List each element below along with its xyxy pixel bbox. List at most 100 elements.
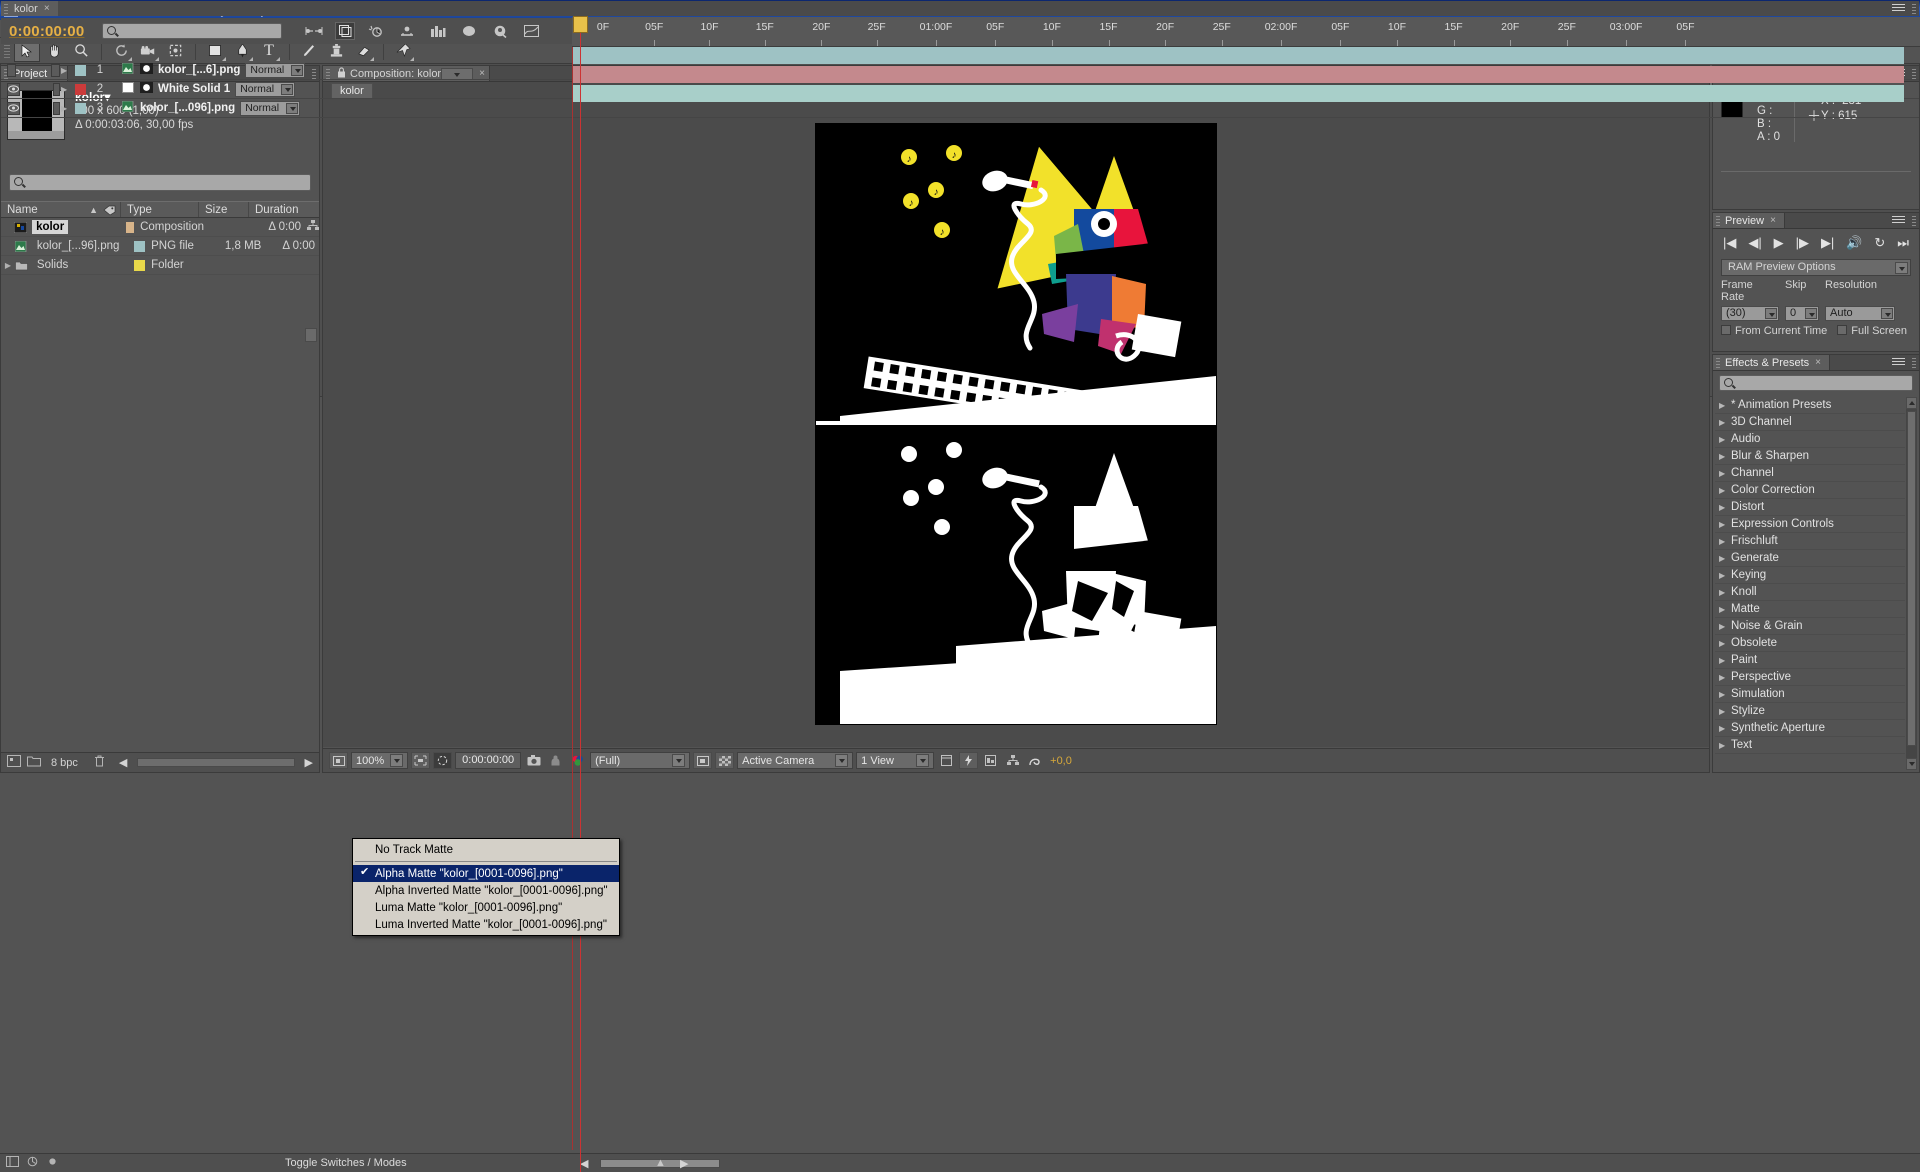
lock-toggle[interactable] <box>51 63 60 77</box>
context-menu-item-luma-inverted-matte[interactable]: Luma Inverted Matte "kolor_[0001-0096].p… <box>353 916 619 933</box>
close-icon[interactable]: × <box>44 3 50 14</box>
visibility-toggle[interactable] <box>7 101 20 115</box>
snapshot-icon[interactable] <box>524 752 543 769</box>
panel-menu-icon[interactable] <box>1892 4 1905 14</box>
timeline-tool-icons <box>304 22 541 40</box>
grid-guides-icon[interactable] <box>459 22 479 40</box>
column-name[interactable]: Name <box>7 204 38 216</box>
blend-mode-select[interactable]: Normal <box>245 62 306 78</box>
track-matte-context-menu[interactable]: No Track Matte ✔ Alpha Matte "kolor_[000… <box>352 838 620 936</box>
project-row-duration: Δ 0:00 <box>268 221 302 233</box>
visibility-toggle[interactable] <box>7 63 16 77</box>
twirl-icon[interactable]: ▶ <box>1 261 15 270</box>
context-menu-item-alpha-matte[interactable]: ✔ Alpha Matte "kolor_[0001-0096].png" <box>353 865 619 882</box>
motion-blur-icon[interactable] <box>366 22 386 40</box>
toggle-mask-paths-icon[interactable] <box>433 752 453 769</box>
solo-toggle[interactable] <box>37 64 46 77</box>
graph-editor-icon[interactable] <box>397 22 417 40</box>
project-row-png[interactable]: kolor_[...96].png PNG file 1,8 MB Δ 0:00 <box>1 237 319 256</box>
toolbar-grip[interactable] <box>4 41 10 60</box>
lock-toggle[interactable] <box>52 82 60 96</box>
ruler-tick: 25F <box>867 21 886 33</box>
context-menu-item-luma-matte[interactable]: Luma Matte "kolor_[0001-0096].png" <box>353 899 619 916</box>
column-size[interactable]: Size <box>199 202 249 217</box>
timeline-search-input[interactable] <box>102 23 283 39</box>
twirl-icon[interactable]: ▶ <box>61 104 75 113</box>
new-folder-icon[interactable] <box>27 755 41 770</box>
toolbar-separator-3 <box>289 41 290 60</box>
panel-grip-icon[interactable] <box>1912 4 1916 14</box>
project-column-headers: Name ▲ Type Size Duration <box>1 201 319 218</box>
chevron-down-icon[interactable] <box>286 102 299 114</box>
context-menu-item-alpha-inverted-matte[interactable]: Alpha Inverted Matte "kolor_[0001-0096].… <box>353 882 619 899</box>
draft-3d-icon[interactable] <box>335 22 356 40</box>
scroll-left-icon[interactable]: ◀ <box>119 756 127 769</box>
project-row-composition[interactable]: kolor Composition Δ 0:00 <box>1 218 320 237</box>
scroll-right-icon[interactable]: ▶ <box>305 756 313 769</box>
chevron-down-icon[interactable] <box>390 754 404 767</box>
color-depth-label[interactable]: 8 bpc <box>51 757 78 769</box>
toolbar-separator-4 <box>383 41 384 60</box>
delete-icon[interactable] <box>94 755 105 770</box>
blend-mode-value: Normal <box>245 101 280 114</box>
context-menu-label: Luma Matte "kolor_[0001-0096].png" <box>375 901 563 914</box>
region-of-interest-icon[interactable] <box>411 752 431 769</box>
horizontal-scrollbar[interactable] <box>137 758 295 767</box>
twirl-icon[interactable]: ▶ <box>61 85 75 94</box>
tab-timeline-label: kolor <box>14 2 38 15</box>
project-scroll-up[interactable] <box>305 328 317 342</box>
channel-icon[interactable] <box>521 22 541 40</box>
tag-icon[interactable] <box>103 205 116 222</box>
project-search-input[interactable] <box>9 174 311 191</box>
blend-mode-select[interactable]: Normal <box>240 100 301 116</box>
chevron-down-icon[interactable] <box>291 64 304 76</box>
track-matte-indicator-icon[interactable] <box>140 82 153 96</box>
blend-mode-select[interactable]: Normal <box>235 81 296 97</box>
always-preview-icon[interactable] <box>329 752 348 769</box>
time-ruler[interactable]: 0F 05F 10F 15F 20F 25F 01:00F 05F 10F 15… <box>572 17 1920 47</box>
tab-timeline-kolor[interactable]: kolor × <box>1 1 58 16</box>
audio-toggle[interactable] <box>26 83 33 96</box>
layer-bar-1[interactable] <box>572 47 1904 64</box>
sort-arrow-icon[interactable]: ▲ <box>89 202 98 219</box>
zoom-level-select[interactable]: 100% <box>351 752 409 769</box>
frame-blending-icon[interactable] <box>6 1156 19 1170</box>
auto-keyframe-icon[interactable] <box>46 1156 59 1170</box>
brainstorm-icon[interactable] <box>428 22 448 40</box>
ruler-tick: 10F <box>700 21 719 33</box>
new-comp-icon[interactable] <box>7 755 21 770</box>
toggle-switches-modes-button[interactable]: Toggle Switches / Modes <box>285 1157 407 1169</box>
zoom-slider-handle-icon[interactable]: ▲ <box>655 1157 666 1169</box>
layer-bar-2[interactable] <box>572 66 1904 83</box>
composition-timecode[interactable]: 0:00:00:00 <box>455 752 522 769</box>
layer-label-color[interactable] <box>75 83 86 95</box>
search-icon <box>107 26 117 35</box>
live-update-icon[interactable] <box>304 22 324 40</box>
layer-label-color[interactable] <box>75 64 86 76</box>
layer-label-color[interactable] <box>75 102 86 114</box>
column-type[interactable]: Type <box>121 202 199 217</box>
audio-toggle[interactable] <box>26 102 33 115</box>
context-menu-item-no-track-matte[interactable]: No Track Matte <box>353 841 619 858</box>
visibility-toggle[interactable] <box>7 82 20 96</box>
snapshot-icon[interactable] <box>490 22 510 40</box>
audio-toggle[interactable] <box>22 64 31 77</box>
current-time-indicator[interactable] <box>573 16 589 1172</box>
timeline-tab-fill <box>57 1 1919 16</box>
layer-name: kolor_[...096].png <box>140 102 236 114</box>
timeline-current-time[interactable]: 0:00:00:00 <box>9 23 84 40</box>
layer-bar-3[interactable] <box>572 85 1904 102</box>
comp-flowchart-icon[interactable] <box>307 220 320 234</box>
show-snapshot-icon[interactable] <box>546 752 565 769</box>
column-duration[interactable]: Duration <box>249 202 311 217</box>
twirl-icon[interactable]: ▶ <box>61 66 75 75</box>
solo-toggle[interactable] <box>39 83 46 96</box>
tab-grip-icon <box>4 4 8 14</box>
timeline-graph-area[interactable]: 0F 05F 10F 15F 20F 25F 01:00F 05F 10F 15… <box>572 16 1920 1172</box>
solo-toggle[interactable] <box>39 102 46 115</box>
project-row-folder[interactable]: ▶ Solids Folder <box>1 256 319 275</box>
track-matte-indicator-icon[interactable] <box>140 63 153 77</box>
lock-toggle[interactable] <box>52 101 60 115</box>
motion-blur-toggle-icon[interactable] <box>26 1156 39 1170</box>
chevron-down-icon[interactable] <box>281 83 294 95</box>
